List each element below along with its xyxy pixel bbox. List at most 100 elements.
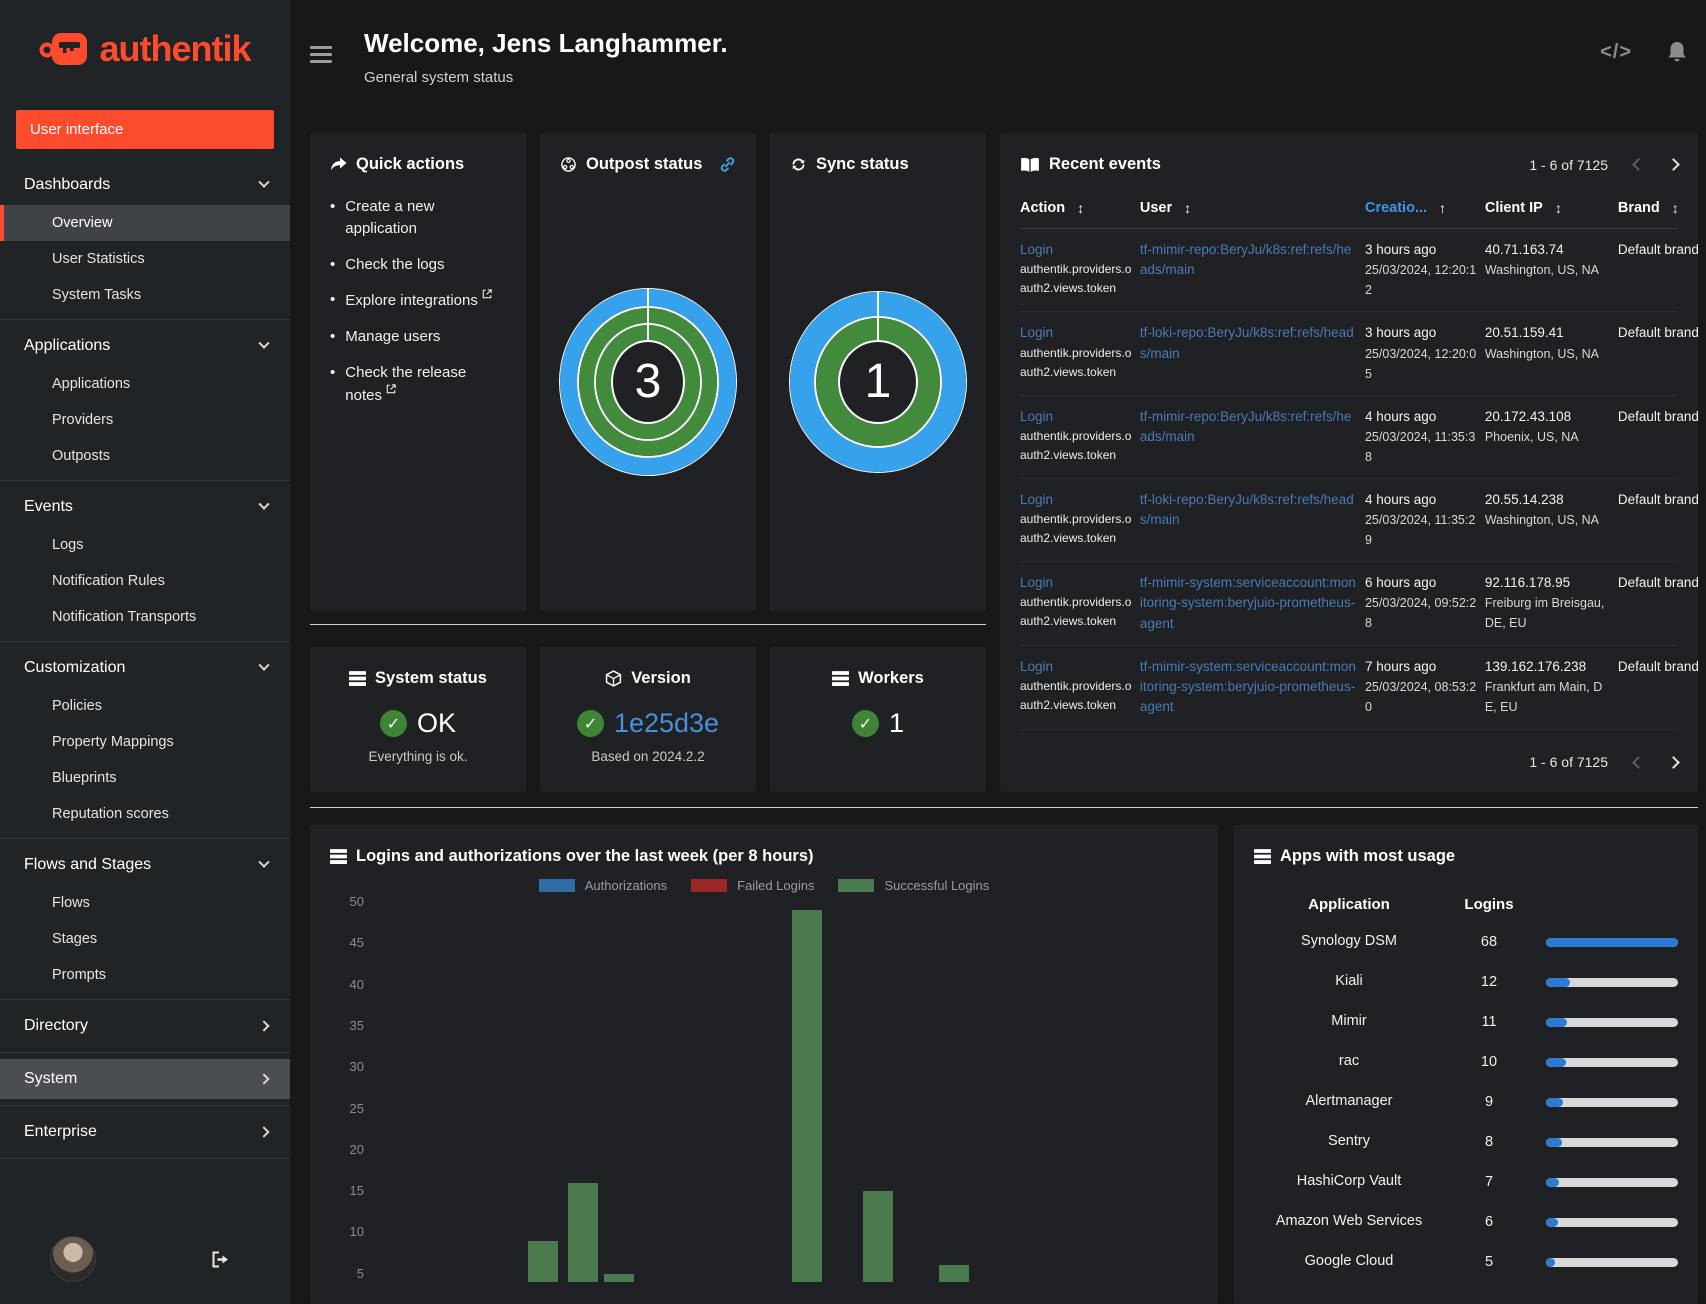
sidebar-section-applications[interactable]: Applications	[0, 326, 290, 366]
app-usage-row: Synology DSM 68	[1254, 922, 1678, 962]
y-axis-tick: 50	[349, 894, 364, 909]
pagination-next-icon[interactable]	[1667, 755, 1680, 769]
app-usage-progressbar	[1546, 1017, 1678, 1027]
app-usage-progressbar	[1546, 1057, 1678, 1067]
quick-action-label: Check the logs	[345, 255, 445, 273]
version-value-link[interactable]: 1e25d3e	[614, 708, 719, 739]
app-usage-progressbar	[1546, 937, 1678, 947]
event-action-link[interactable]: Login	[1020, 409, 1053, 424]
sidebar-item-policies[interactable]: Policies	[0, 688, 290, 724]
quick-action-manage-users[interactable]: • Manage users	[330, 326, 506, 348]
sidebar-section-customization[interactable]: Customization	[0, 648, 290, 688]
event-location: Frankfurt am Main, DE, EU	[1484, 680, 1603, 714]
event-action-link[interactable]: Login	[1020, 659, 1053, 674]
sidebar-section-flows-and-stages[interactable]: Flows and Stages	[0, 845, 290, 885]
quick-action-explore-integrations[interactable]: • Explore integrations	[330, 289, 506, 312]
sidebar-section-system[interactable]: System	[0, 1059, 290, 1099]
sort-ascending-icon[interactable]: ↑	[1439, 200, 1446, 216]
progressbar-fill	[1546, 1217, 1558, 1227]
sort-icon[interactable]: ↕	[1672, 200, 1679, 216]
event-client-ip: 139.162.176.238	[1484, 658, 1587, 674]
api-code-icon[interactable]: </>	[1600, 41, 1632, 64]
quick-action-check-the-release-notes[interactable]: • Check the release notes	[330, 362, 506, 407]
system-status-card: System status ✓ OK Everything is ok.	[310, 647, 526, 792]
sidebar-item-user-statistics[interactable]: User Statistics	[0, 241, 290, 277]
separator-full	[310, 807, 1698, 808]
logout-icon[interactable]	[211, 1251, 230, 1268]
outpost-link-icon[interactable]	[719, 156, 736, 173]
event-user-link[interactable]: tf-mimir-repo:BeryJu/k8s:ref:refs/heads/…	[1140, 409, 1352, 444]
events-column-action[interactable]: Action ↕	[1020, 200, 1132, 216]
sidebar-item-reputation-scores[interactable]: Reputation scores	[0, 796, 290, 832]
sidebar-item-blueprints[interactable]: Blueprints	[0, 760, 290, 796]
workers-card: Workers ✓ 1	[770, 647, 986, 792]
event-row: Login authentik.providers.oauth2.views.to…	[1020, 479, 1699, 562]
quick-action-create-a-new-application[interactable]: • Create a new application	[330, 196, 506, 240]
pagination-prev-icon[interactable]	[1632, 158, 1645, 171]
notifications-bell-icon[interactable]	[1666, 40, 1688, 64]
event-action-link[interactable]: Login	[1020, 575, 1053, 590]
pagination-next-icon[interactable]	[1667, 158, 1680, 171]
events-column-client-ip[interactable]: Client IP ↕	[1485, 200, 1610, 216]
app-usage-row: Google Cloud 5	[1254, 1242, 1678, 1282]
apps-col-application: Application	[1308, 895, 1390, 913]
sidebar-section-dashboards[interactable]: Dashboards	[0, 165, 290, 205]
sidebar-item-stages[interactable]: Stages	[0, 921, 290, 957]
event-user-link[interactable]: tf-mimir-repo:BeryJu/k8s:ref:refs/heads/…	[1140, 242, 1352, 277]
sidebar-item-notification-rules[interactable]: Notification Rules	[0, 563, 290, 599]
y-axis-tick: 35	[349, 1017, 364, 1033]
chart-bar-successful-logins	[791, 910, 822, 1282]
events-column-user[interactable]: User ↕	[1140, 200, 1357, 216]
sidebar-item-applications[interactable]: Applications	[0, 366, 290, 402]
sort-icon[interactable]: ↕	[1555, 200, 1562, 216]
pagination-prev-icon[interactable]	[1632, 755, 1645, 769]
event-created-absolute: 25/03/2024, 09:52:28	[1364, 596, 1477, 631]
event-created-relative: 7 hours ago	[1364, 658, 1437, 674]
quick-actions-title: Quick actions	[356, 155, 465, 173]
events-pagination-top: 1 - 6 of 7125	[1529, 157, 1680, 173]
event-user-link[interactable]: tf-mimir-system:serviceaccount:monitorin…	[1140, 575, 1356, 631]
event-user-link[interactable]: tf-mimir-system:serviceaccount:monitorin…	[1140, 659, 1356, 715]
event-client-ip: 40.71.163.74	[1484, 242, 1564, 257]
check-circle-icon: ✓	[851, 710, 879, 738]
event-row: Login authentik.providers.oauth2.views.to…	[1020, 229, 1699, 313]
sort-icon[interactable]: ↕	[1184, 200, 1191, 216]
sidebar-item-logs[interactable]: Logs	[0, 527, 290, 563]
sidebar-item-notification-transports[interactable]: Notification Transports	[0, 599, 290, 635]
sidebar-item-providers[interactable]: Providers	[0, 402, 290, 438]
events-table: Action ↕ User ↕ Creatio... ↑ Client IP ↕ Brand ↕ …	[1020, 200, 1699, 730]
progressbar-fill	[1546, 1257, 1556, 1267]
apps-usage-table: Application Logins Synology DSM 68 Kiali 12…	[1254, 886, 1678, 1282]
sidebar-item-system-tasks[interactable]: System Tasks	[0, 277, 290, 313]
sidebar-section-enterprise[interactable]: Enterprise	[0, 1112, 290, 1152]
sidebar-section-directory[interactable]: Directory	[0, 1006, 290, 1046]
event-user-link[interactable]: tf-loki-repo:BeryJu/k8s:ref:refs/heads/m…	[1140, 325, 1354, 360]
bullet-icon: •	[330, 363, 336, 381]
event-user-link[interactable]: tf-loki-repo:BeryJu/k8s:ref:refs/heads/m…	[1140, 492, 1354, 527]
event-action-link[interactable]: Login	[1020, 492, 1053, 507]
sidebar: authentik User interface Dashboards Overv…	[0, 0, 290, 1304]
hamburger-menu-icon[interactable]	[310, 42, 332, 67]
event-brand: Default brand	[1617, 408, 1699, 424]
user-interface-button[interactable]: User interface	[16, 110, 274, 149]
system-status-title: System status	[375, 669, 487, 688]
app-usage-row: HashiCorp Vault 7	[1254, 1162, 1678, 1202]
user-avatar[interactable]	[50, 1236, 96, 1282]
brand-logo[interactable]: authentik	[0, 0, 290, 92]
app-usage-row: Kiali 12	[1254, 962, 1678, 1002]
sort-icon[interactable]: ↕	[1077, 200, 1084, 216]
event-action-link[interactable]: Login	[1020, 325, 1053, 340]
logins-chart-card: Logins and authorizations over the last …	[310, 825, 1218, 1304]
quick-action-check-the-logs[interactable]: • Check the logs	[330, 254, 506, 276]
sidebar-item-overview[interactable]: Overview	[0, 205, 290, 241]
event-location: Washington, US, NA	[1484, 513, 1600, 527]
events-column-brand[interactable]: Brand ↕	[1618, 200, 1706, 216]
sidebar-item-prompts[interactable]: Prompts	[0, 957, 290, 993]
event-action-link[interactable]: Login	[1020, 242, 1053, 257]
sidebar-item-flows[interactable]: Flows	[0, 885, 290, 921]
sidebar-item-outposts[interactable]: Outposts	[0, 438, 290, 474]
bullet-icon: •	[330, 198, 336, 215]
sidebar-section-events[interactable]: Events	[0, 487, 290, 527]
events-column-creatio[interactable]: Creatio... ↑	[1365, 200, 1477, 216]
sidebar-item-property-mappings[interactable]: Property Mappings	[0, 724, 290, 760]
